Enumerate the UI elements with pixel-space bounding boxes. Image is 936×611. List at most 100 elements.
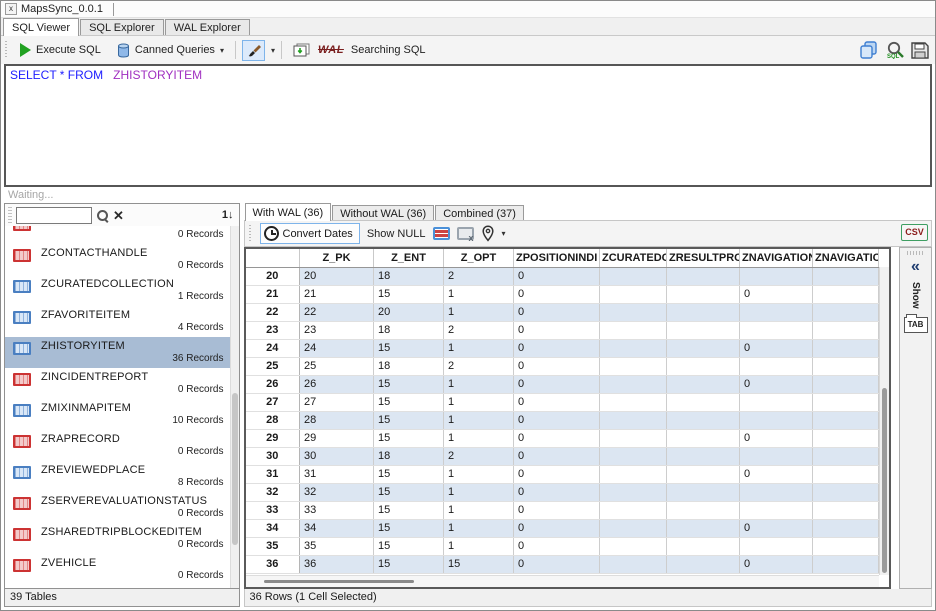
wal-searching-sql-button[interactable]: WAL Searching SQL bbox=[288, 40, 431, 61]
cell[interactable] bbox=[667, 375, 740, 393]
cell[interactable] bbox=[600, 321, 667, 339]
cell[interactable] bbox=[813, 303, 879, 321]
sql-search-icon[interactable]: SQL bbox=[885, 41, 905, 59]
search-input[interactable] bbox=[16, 207, 92, 224]
sidebar-scrollbar[interactable] bbox=[230, 226, 239, 588]
cell[interactable]: 0 bbox=[514, 411, 600, 429]
cell[interactable]: 18 bbox=[374, 357, 444, 375]
cell[interactable] bbox=[667, 321, 740, 339]
row-number[interactable]: 23 bbox=[246, 321, 300, 339]
cell[interactable]: 0 bbox=[514, 555, 600, 573]
cell[interactable]: 33 bbox=[300, 501, 374, 519]
cell[interactable] bbox=[667, 465, 740, 483]
cell[interactable] bbox=[813, 321, 879, 339]
cell[interactable] bbox=[740, 447, 813, 465]
cell[interactable] bbox=[813, 501, 879, 519]
save-icon[interactable] bbox=[911, 42, 929, 59]
cell[interactable] bbox=[813, 465, 879, 483]
cell[interactable] bbox=[600, 483, 667, 501]
cell[interactable]: 0 bbox=[514, 393, 600, 411]
tab-export-button[interactable]: TAB bbox=[904, 317, 928, 333]
sql-editor[interactable]: SELECT * FROM ZHISTORYITEM bbox=[4, 64, 932, 187]
cell[interactable]: 35 bbox=[300, 537, 374, 555]
cell[interactable]: 1 bbox=[444, 537, 514, 555]
cell[interactable] bbox=[667, 285, 740, 303]
convert-dates-button[interactable]: Convert Dates bbox=[260, 223, 360, 244]
cell[interactable]: 0 bbox=[740, 429, 813, 447]
tab-sql-viewer[interactable]: SQL Viewer bbox=[3, 18, 79, 36]
cell[interactable] bbox=[600, 267, 667, 285]
cell[interactable] bbox=[667, 339, 740, 357]
cell[interactable]: 2 bbox=[444, 447, 514, 465]
cell[interactable]: 20 bbox=[374, 303, 444, 321]
cell[interactable] bbox=[813, 429, 879, 447]
cell[interactable] bbox=[667, 483, 740, 501]
cell[interactable]: 0 bbox=[740, 519, 813, 537]
row-number[interactable]: 27 bbox=[246, 393, 300, 411]
cell[interactable] bbox=[740, 483, 813, 501]
row-number[interactable]: 24 bbox=[246, 339, 300, 357]
cell[interactable]: 0 bbox=[514, 303, 600, 321]
cell[interactable] bbox=[600, 393, 667, 411]
column-header[interactable]: Z_OPT bbox=[444, 249, 514, 267]
cell[interactable]: 15 bbox=[374, 285, 444, 303]
row-number[interactable]: 28 bbox=[246, 411, 300, 429]
tab-with-wal[interactable]: With WAL (36) bbox=[245, 203, 332, 221]
column-header[interactable]: ZCURATEDCOL bbox=[600, 249, 667, 267]
cell[interactable]: 0 bbox=[740, 339, 813, 357]
cell[interactable] bbox=[667, 555, 740, 573]
grid-vertical-scrollbar-thumb[interactable] bbox=[882, 388, 887, 573]
tab-without-wal[interactable]: Without WAL (36) bbox=[332, 205, 434, 221]
cell[interactable]: 1 bbox=[444, 375, 514, 393]
cell[interactable]: 15 bbox=[374, 483, 444, 501]
column-header[interactable]: Z_ENT bbox=[374, 249, 444, 267]
map-pin-icon[interactable] bbox=[481, 225, 495, 242]
list-item[interactable]: ZCURATEDCOLLECTION 1 Records bbox=[5, 275, 230, 306]
cell[interactable] bbox=[813, 519, 879, 537]
cell[interactable]: 0 bbox=[514, 447, 600, 465]
column-header[interactable] bbox=[246, 249, 300, 267]
cell[interactable]: 0 bbox=[514, 321, 600, 339]
cell[interactable]: 15 bbox=[374, 537, 444, 555]
show-panel-label[interactable]: Show bbox=[910, 282, 921, 309]
copy-icon[interactable] bbox=[859, 41, 879, 59]
cell[interactable] bbox=[813, 339, 879, 357]
toolbar-grip[interactable] bbox=[249, 225, 253, 243]
cell[interactable] bbox=[813, 267, 879, 285]
row-number[interactable]: 35 bbox=[246, 537, 300, 555]
cell[interactable]: 2 bbox=[444, 357, 514, 375]
list-item[interactable]: ZFAVORITEITEM 4 Records bbox=[5, 306, 230, 337]
cell[interactable]: 2 bbox=[444, 321, 514, 339]
list-item[interactable]: ZREVIEWEDPLACE 8 Records bbox=[5, 461, 230, 492]
cell[interactable]: 29 bbox=[300, 429, 374, 447]
row-number[interactable]: 30 bbox=[246, 447, 300, 465]
cell[interactable] bbox=[740, 267, 813, 285]
column-header[interactable]: ZRESULTPROV bbox=[667, 249, 740, 267]
chevron-down-icon[interactable]: ▾ bbox=[502, 229, 506, 238]
cell[interactable]: 22 bbox=[300, 303, 374, 321]
cell[interactable]: 26 bbox=[300, 375, 374, 393]
list-item[interactable]: ZRAPRECORD 0 Records bbox=[5, 430, 230, 461]
cell[interactable]: 1 bbox=[444, 501, 514, 519]
cell[interactable]: 0 bbox=[514, 501, 600, 519]
cell[interactable] bbox=[813, 357, 879, 375]
cell[interactable]: 36 bbox=[300, 555, 374, 573]
row-number[interactable]: 32 bbox=[246, 483, 300, 501]
cell[interactable]: 23 bbox=[300, 321, 374, 339]
cell[interactable] bbox=[600, 501, 667, 519]
row-number[interactable]: 31 bbox=[246, 465, 300, 483]
column-header[interactable]: ZNAVIGATIONII bbox=[740, 249, 813, 267]
cell[interactable]: 28 bbox=[300, 411, 374, 429]
row-number[interactable]: 21 bbox=[246, 285, 300, 303]
cell[interactable]: 15 bbox=[374, 429, 444, 447]
cell[interactable]: 34 bbox=[300, 519, 374, 537]
tab-wal-explorer[interactable]: WAL Explorer bbox=[165, 19, 250, 35]
cell[interactable]: 20 bbox=[300, 267, 374, 285]
cell[interactable] bbox=[667, 447, 740, 465]
cell[interactable] bbox=[667, 393, 740, 411]
cell[interactable] bbox=[667, 537, 740, 555]
cell[interactable]: 18 bbox=[374, 321, 444, 339]
cell[interactable]: 1 bbox=[444, 303, 514, 321]
cell[interactable]: 1 bbox=[444, 519, 514, 537]
clear-search-icon[interactable]: ✕ bbox=[113, 209, 124, 222]
